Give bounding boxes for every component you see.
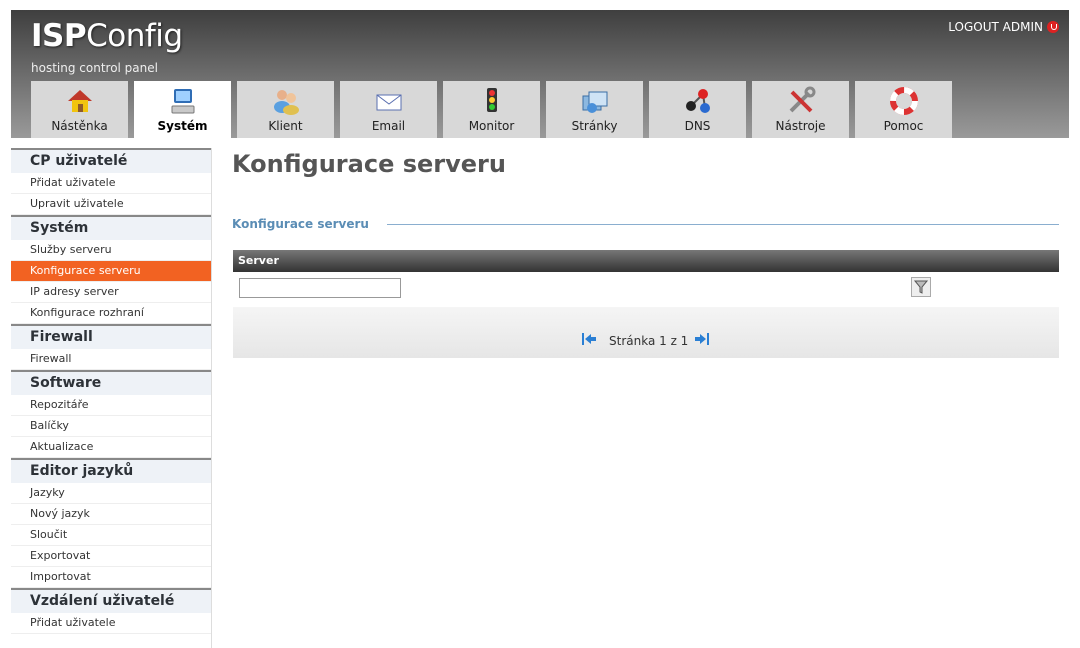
fieldset-divider <box>387 224 1059 225</box>
tab-label: Monitor <box>468 119 515 133</box>
logo-rest: Config <box>86 18 183 54</box>
sidebar-section-remote-users: Vzdálení uživatelé <box>11 588 211 613</box>
first-page-icon[interactable] <box>581 332 597 346</box>
power-icon <box>1047 21 1059 33</box>
tagline: hosting control panel <box>31 61 158 75</box>
sidebar-item-server-ip[interactable]: IP adresy server <box>11 282 211 303</box>
pager-text: Stránka 1 z 1 <box>609 334 689 348</box>
tab-client[interactable]: Klient <box>237 81 334 138</box>
filter-icon <box>913 280 929 294</box>
lifebuoy-icon <box>889 87 918 115</box>
sidebar-section-cp-users: CP uživatelé <box>11 148 211 173</box>
tab-label: DNS <box>684 119 711 133</box>
sidebar-item-server-config[interactable]: Konfigurace serveru <box>11 261 211 282</box>
tab-email[interactable]: Email <box>340 81 437 138</box>
sidebar-section-system: Systém <box>11 215 211 240</box>
sidebar-item-new-language[interactable]: Nový jazyk <box>11 504 211 525</box>
sidebar-item-add-remote-user[interactable]: Přidat uživatele <box>11 613 211 634</box>
pager: Stránka 1 z 1 <box>233 307 1059 358</box>
filter-button[interactable] <box>911 277 931 297</box>
tab-label: Email <box>371 119 406 133</box>
envelope-icon <box>376 94 401 111</box>
network-icon <box>685 89 710 113</box>
computer-icon <box>171 89 194 114</box>
last-page-icon[interactable] <box>694 332 710 346</box>
home-icon <box>67 90 92 112</box>
tab-dashboard[interactable]: Nástěnka <box>31 81 128 138</box>
tab-dns[interactable]: DNS <box>649 81 746 138</box>
server-table: Server Stránka 1 z 1 <box>233 250 1059 358</box>
filter-row <box>233 272 1059 307</box>
header: ISPConfig hosting control panel LOGOUT A… <box>11 10 1069 138</box>
sidebar-item-repositories[interactable]: Repozitáře <box>11 395 211 416</box>
sidebar-item-merge[interactable]: Sloučit <box>11 525 211 546</box>
sidebar-item-interface-config[interactable]: Konfigurace rozhraní <box>11 303 211 324</box>
tab-system[interactable]: Systém <box>134 81 231 138</box>
fieldset-legend: Konfigurace serveru <box>232 217 385 231</box>
page-title: Konfigurace serveru <box>232 150 506 178</box>
sidebar-item-import[interactable]: Importovat <box>11 567 211 588</box>
tab-label: Nástěnka <box>51 119 108 133</box>
logout-label: LOGOUT ADMIN <box>948 20 1043 34</box>
tab-label: Stránky <box>571 119 618 133</box>
tools-icon <box>789 86 815 113</box>
sidebar: CP uživatelé Přidat uživatele Upravit už… <box>11 148 212 648</box>
tab-sites[interactable]: Stránky <box>546 81 643 138</box>
logo[interactable]: ISPConfig <box>31 18 183 54</box>
traffic-light-icon <box>486 88 497 112</box>
users-icon <box>273 90 299 115</box>
tab-help[interactable]: Pomoc <box>855 81 952 138</box>
tab-label: Nástroje <box>775 119 826 133</box>
tab-tools[interactable]: Nástroje <box>752 81 849 138</box>
column-header-server[interactable]: Server <box>233 250 1059 272</box>
tab-label: Klient <box>268 119 303 133</box>
sidebar-item-server-services[interactable]: Služby serveru <box>11 240 211 261</box>
sidebar-section-language-editor: Editor jazyků <box>11 458 211 483</box>
sidebar-item-languages[interactable]: Jazyky <box>11 483 211 504</box>
folders-icon <box>582 91 607 113</box>
tab-label: Pomoc <box>883 119 924 133</box>
tab-monitor[interactable]: Monitor <box>443 81 540 138</box>
sidebar-item-updates[interactable]: Aktualizace <box>11 437 211 458</box>
logout-button[interactable]: LOGOUT ADMIN <box>948 20 1059 34</box>
sidebar-item-firewall[interactable]: Firewall <box>11 349 211 370</box>
sidebar-section-firewall: Firewall <box>11 324 211 349</box>
sidebar-item-packages[interactable]: Balíčky <box>11 416 211 437</box>
sidebar-section-software: Software <box>11 370 211 395</box>
sidebar-item-add-user[interactable]: Přidat uživatele <box>11 173 211 194</box>
logo-bold: ISP <box>31 18 87 54</box>
main-tabs: Nástěnka Systém Klient Email Monitor Str… <box>31 81 952 138</box>
sidebar-item-export[interactable]: Exportovat <box>11 546 211 567</box>
sidebar-item-edit-user[interactable]: Upravit uživatele <box>11 194 211 215</box>
server-filter-input[interactable] <box>239 278 401 298</box>
tab-label: Systém <box>157 119 208 133</box>
